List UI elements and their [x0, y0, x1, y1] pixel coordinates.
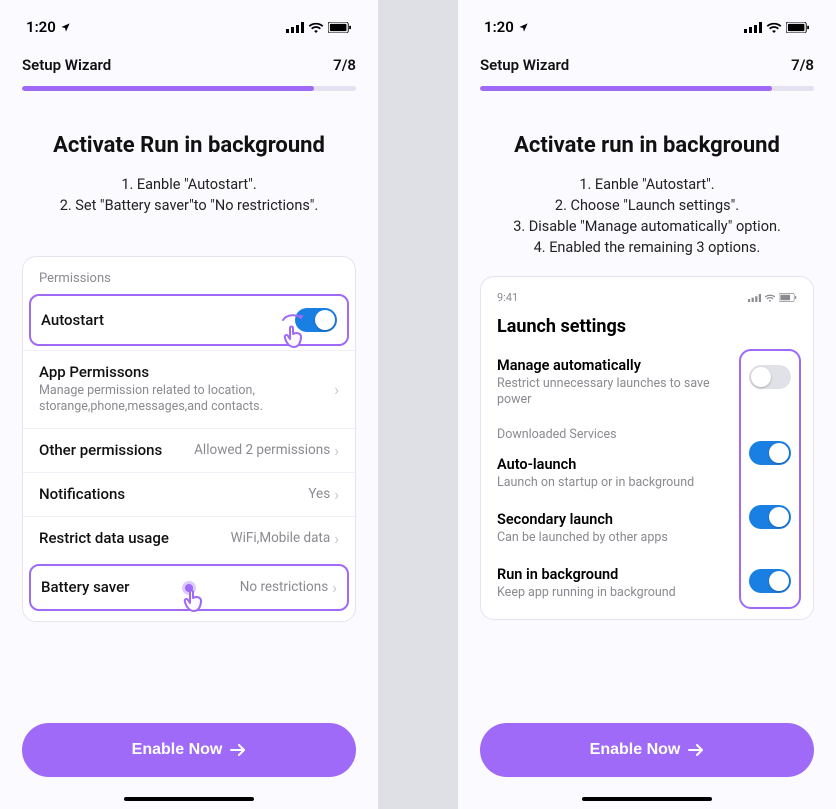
- page-title: Activate Run in background: [22, 133, 356, 158]
- location-arrow-icon: [60, 22, 71, 33]
- section-header: Downloaded Services: [497, 419, 729, 446]
- wizard-label: Setup Wizard: [22, 56, 111, 74]
- instruction-item: Enabled the remaining 3 options.: [513, 237, 781, 258]
- cellular-icon: [748, 294, 761, 302]
- chevron-right-icon: ›: [334, 380, 339, 399]
- run-background-toggle[interactable]: [749, 569, 791, 593]
- chevron-right-icon: ›: [332, 578, 337, 597]
- permission-label: Autostart: [41, 311, 104, 329]
- instruction-item: Choose "Launch settings".: [513, 195, 781, 216]
- setting-desc: Restrict unnecessary launches to save po…: [497, 376, 729, 409]
- home-indicator: [582, 797, 712, 801]
- permission-label: Restrict data usage: [39, 529, 169, 547]
- wifi-icon: [766, 22, 782, 33]
- cellular-icon: [744, 22, 762, 33]
- launch-settings-card: 9:41 Launch settings Manage automaticall…: [480, 276, 814, 620]
- enable-now-button[interactable]: Enable Now: [22, 723, 356, 777]
- permission-label: Battery saver: [41, 578, 129, 596]
- wifi-icon: [308, 22, 324, 33]
- enable-now-button[interactable]: Enable Now: [480, 723, 814, 777]
- wizard-progress: 7/8: [333, 56, 356, 74]
- secondary-launch-toggle[interactable]: [749, 505, 791, 529]
- permission-desc: Manage permission related to location, s…: [39, 383, 326, 416]
- setting-desc: Keep app running in background: [497, 585, 676, 601]
- setting-desc: Can be launched by other apps: [497, 530, 668, 546]
- permission-value: Yes: [308, 486, 330, 502]
- permission-row-app-permissions[interactable]: App Permissons Manage permission related…: [23, 350, 355, 428]
- progress-bar: [480, 86, 814, 91]
- arrow-right-icon: [688, 744, 704, 756]
- manage-automatically-toggle[interactable]: [749, 365, 791, 389]
- wizard-header: Setup Wizard 7/8: [22, 56, 356, 74]
- progress-bar: [22, 86, 356, 91]
- launch-settings-title: Launch settings: [497, 316, 797, 337]
- wizard-header: Setup Wizard 7/8: [480, 56, 814, 74]
- toggles-highlight: [739, 349, 801, 609]
- permission-row-restrict-data[interactable]: Restrict data usage WiFi,Mobile data›: [23, 516, 355, 560]
- instructions-list: Eanble "Autostart". Set "Battery saver"t…: [60, 174, 319, 216]
- status-time: 1:20: [26, 18, 56, 36]
- cta-label: Enable Now: [590, 741, 681, 759]
- instruction-item: Eanble "Autostart".: [60, 174, 319, 195]
- permissions-card: Permissions Autostart App Permissons Man…: [22, 256, 356, 622]
- permission-value: Allowed 2 permissions: [194, 442, 330, 458]
- setting-name: Manage automatically: [497, 357, 729, 374]
- status-bar: 1:20: [480, 0, 814, 46]
- instructions-list: Eanble "Autostart". Choose "Launch setti…: [513, 174, 781, 258]
- setting-name: Run in background: [497, 566, 676, 583]
- instruction-item: Disable "Manage automatically" option.: [513, 216, 781, 237]
- inner-status-time: 9:41: [497, 291, 518, 304]
- cellular-icon: [286, 22, 304, 33]
- instruction-item: Eanble "Autostart".: [513, 174, 781, 195]
- tap-gesture-icon: [179, 578, 215, 614]
- permission-label: Notifications: [39, 485, 125, 503]
- cta-label: Enable Now: [132, 741, 223, 759]
- status-time: 1:20: [484, 18, 514, 36]
- setting-name: Secondary launch: [497, 511, 668, 528]
- battery-icon: [328, 22, 352, 33]
- page-title: Activate run in background: [480, 133, 814, 158]
- home-indicator: [124, 797, 254, 801]
- chevron-right-icon: ›: [334, 485, 339, 504]
- permissions-header: Permissions: [23, 271, 355, 290]
- phone-right: 1:20 Setup Wizard 7/8 Activate run in ba…: [458, 0, 836, 809]
- wizard-progress: 7/8: [791, 56, 814, 74]
- permission-label: Other permissions: [39, 441, 162, 459]
- chevron-right-icon: ›: [334, 529, 339, 548]
- setting-desc: Launch on startup or in background: [497, 475, 694, 491]
- permission-row-autostart[interactable]: Autostart: [29, 294, 349, 346]
- phone-left: 1:20 Setup Wizard 7/8 Activate Run in ba…: [0, 0, 378, 809]
- permission-label: App Permissons: [39, 363, 326, 381]
- status-bar: 1:20: [22, 0, 356, 46]
- autostart-toggle[interactable]: [295, 308, 337, 332]
- wifi-icon: [764, 294, 776, 302]
- battery-icon: [779, 293, 797, 302]
- permission-value: WiFi,Mobile data: [231, 530, 331, 546]
- battery-icon: [786, 22, 810, 33]
- permission-row-other[interactable]: Other permissions Allowed 2 permissions›: [23, 428, 355, 472]
- inner-status-bar: 9:41: [497, 291, 797, 304]
- wizard-label: Setup Wizard: [480, 56, 569, 74]
- location-arrow-icon: [518, 22, 529, 33]
- setting-name: Auto-launch: [497, 456, 694, 473]
- permission-value: No restrictions: [240, 579, 328, 595]
- permission-row-battery-saver[interactable]: Battery saver No restrictions›: [29, 564, 349, 611]
- instruction-item: Set "Battery saver"to "No restrictions".: [60, 195, 319, 216]
- permission-row-notifications[interactable]: Notifications Yes›: [23, 472, 355, 516]
- chevron-right-icon: ›: [334, 441, 339, 460]
- arrow-right-icon: [230, 744, 246, 756]
- auto-launch-toggle[interactable]: [749, 441, 791, 465]
